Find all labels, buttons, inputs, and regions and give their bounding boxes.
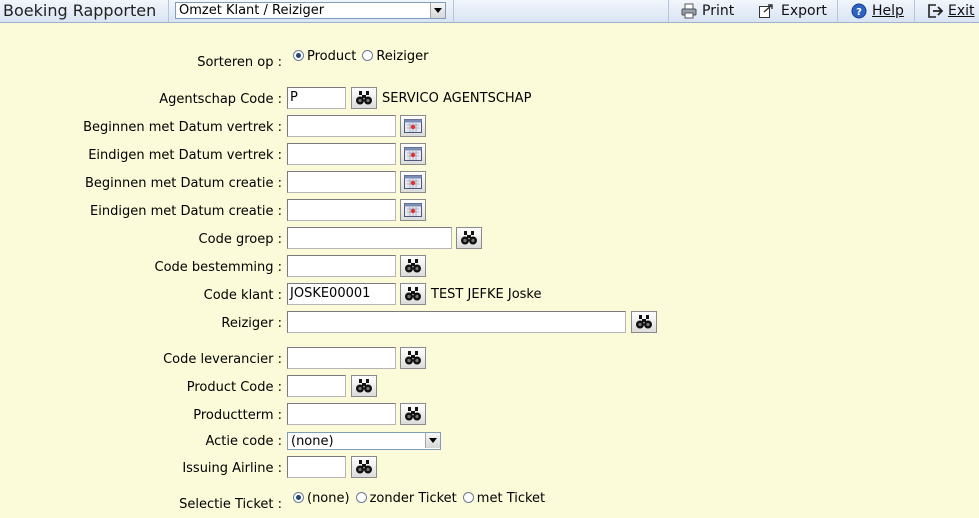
start-creation-label: Beginnen met Datum creatie : bbox=[84, 176, 282, 191]
ticket-option-without[interactable]: zonder Ticket bbox=[355, 491, 457, 506]
report-type-select[interactable]: Omzet Klant / Reiziger bbox=[175, 2, 446, 19]
report-type-value: Omzet Klant / Reiziger bbox=[179, 3, 325, 18]
start-departure-input[interactable] bbox=[287, 115, 396, 137]
traveler-input[interactable] bbox=[287, 311, 626, 333]
destination-code-search-button[interactable] bbox=[400, 255, 426, 277]
export-icon bbox=[759, 4, 773, 18]
group-code-input[interactable] bbox=[287, 227, 452, 249]
action-code-select[interactable]: (none) bbox=[287, 432, 441, 450]
radio-button[interactable] bbox=[462, 492, 474, 503]
toolbar: Boeking Rapporten Omzet Klant / Reiziger… bbox=[0, 0, 979, 23]
binoculars-icon bbox=[356, 460, 372, 474]
binoculars-icon bbox=[405, 407, 421, 421]
agency-name: SERVICO AGENTSCHAP bbox=[382, 91, 532, 106]
start-departure-label: Beginnen met Datum vertrek : bbox=[83, 120, 282, 135]
app-title: Boeking Rapporten bbox=[3, 1, 157, 20]
action-code-label: Actie code : bbox=[205, 434, 282, 449]
radio-button[interactable] bbox=[362, 50, 374, 61]
ticket-option-with[interactable]: met Ticket bbox=[462, 491, 545, 506]
sort-option-product[interactable]: Product bbox=[293, 49, 356, 64]
binoculars-icon bbox=[461, 231, 477, 245]
end-creation-label: Eindigen met Datum creatie : bbox=[90, 204, 282, 219]
binoculars-icon bbox=[636, 315, 652, 329]
exit-label: Exit bbox=[948, 3, 975, 19]
customer-name: TEST JEFKE Joske bbox=[431, 287, 542, 302]
supplier-code-label: Code leverancier : bbox=[163, 352, 282, 367]
export-label: Export bbox=[781, 3, 827, 19]
supplier-code-search-button[interactable] bbox=[400, 347, 426, 369]
end-departure-calendar-button[interactable] bbox=[400, 143, 426, 165]
product-term-search-button[interactable] bbox=[400, 403, 426, 425]
toolbar-separator bbox=[668, 0, 669, 22]
exit-icon bbox=[928, 4, 943, 18]
group-code-search-button[interactable] bbox=[456, 227, 482, 249]
sort-label: Sorteren op : bbox=[197, 55, 282, 70]
destination-code-input[interactable] bbox=[287, 255, 396, 277]
chevron-down-icon[interactable] bbox=[425, 433, 440, 448]
issuing-airline-label: Issuing Airline : bbox=[182, 461, 282, 476]
exit-button[interactable]: Exit bbox=[927, 0, 975, 22]
traveler-label: Reiziger : bbox=[221, 316, 282, 331]
product-term-input[interactable] bbox=[287, 403, 396, 425]
product-code-search-button[interactable] bbox=[351, 375, 377, 397]
export-button[interactable]: Export bbox=[758, 0, 830, 22]
toolbar-separator bbox=[914, 0, 915, 22]
chevron-down-icon[interactable] bbox=[430, 3, 445, 18]
radio-button[interactable] bbox=[293, 50, 304, 61]
ticket-option-none[interactable]: (none) bbox=[293, 491, 350, 506]
radio-button[interactable] bbox=[355, 492, 367, 503]
customer-code-search-button[interactable] bbox=[400, 283, 426, 305]
print-button[interactable]: Print bbox=[681, 0, 743, 22]
supplier-code-input[interactable] bbox=[287, 347, 396, 369]
calendar-icon bbox=[404, 119, 422, 133]
ticket-selection-label: Selectie Ticket : bbox=[179, 497, 282, 512]
help-label: Help bbox=[872, 3, 904, 19]
binoculars-icon bbox=[405, 259, 421, 273]
issuing-airline-input[interactable] bbox=[287, 456, 346, 478]
toolbar-separator bbox=[837, 0, 838, 22]
traveler-search-button[interactable] bbox=[631, 311, 657, 333]
sort-option-traveler[interactable]: Reiziger bbox=[362, 49, 428, 64]
printer-icon bbox=[681, 3, 697, 19]
product-code-label: Product Code : bbox=[186, 380, 282, 395]
agency-code-input[interactable]: P bbox=[287, 87, 346, 109]
end-departure-label: Eindigen met Datum vertrek : bbox=[88, 148, 282, 163]
radio-button[interactable] bbox=[293, 492, 304, 503]
end-creation-input[interactable] bbox=[287, 199, 396, 221]
customer-code-label: Code klant : bbox=[203, 288, 282, 303]
svg-text:?: ? bbox=[856, 7, 862, 18]
binoculars-icon bbox=[405, 287, 421, 301]
toolbar-separator bbox=[168, 0, 169, 22]
product-term-label: Productterm : bbox=[193, 408, 282, 423]
start-creation-calendar-button[interactable] bbox=[400, 171, 426, 193]
agency-code-search-button[interactable] bbox=[351, 87, 377, 109]
group-code-label: Code groep : bbox=[198, 232, 282, 247]
toolbar-separator bbox=[453, 0, 454, 22]
ticket-selection-radio-group: (none) zonder Ticket met Ticket bbox=[293, 491, 551, 507]
agency-code-label: Agentschap Code : bbox=[159, 92, 282, 107]
issuing-airline-search-button[interactable] bbox=[351, 456, 377, 478]
binoculars-icon bbox=[356, 379, 372, 393]
end-departure-input[interactable] bbox=[287, 143, 396, 165]
end-creation-calendar-button[interactable] bbox=[400, 199, 426, 221]
start-creation-input[interactable] bbox=[287, 171, 396, 193]
calendar-icon bbox=[404, 175, 422, 189]
print-label: Print bbox=[702, 3, 735, 19]
binoculars-icon bbox=[356, 91, 372, 105]
calendar-icon bbox=[404, 203, 422, 217]
action-code-value: (none) bbox=[291, 434, 334, 449]
calendar-icon bbox=[404, 147, 422, 161]
destination-code-label: Code bestemming : bbox=[154, 260, 282, 275]
help-button[interactable]: ? Help bbox=[851, 0, 907, 22]
sort-radio-group: Product Reiziger bbox=[293, 49, 434, 65]
binoculars-icon bbox=[405, 351, 421, 365]
product-code-input[interactable] bbox=[287, 375, 346, 397]
customer-code-input[interactable]: JOSKE00001 bbox=[287, 283, 396, 305]
start-departure-calendar-button[interactable] bbox=[400, 115, 426, 137]
help-icon: ? bbox=[851, 3, 867, 19]
